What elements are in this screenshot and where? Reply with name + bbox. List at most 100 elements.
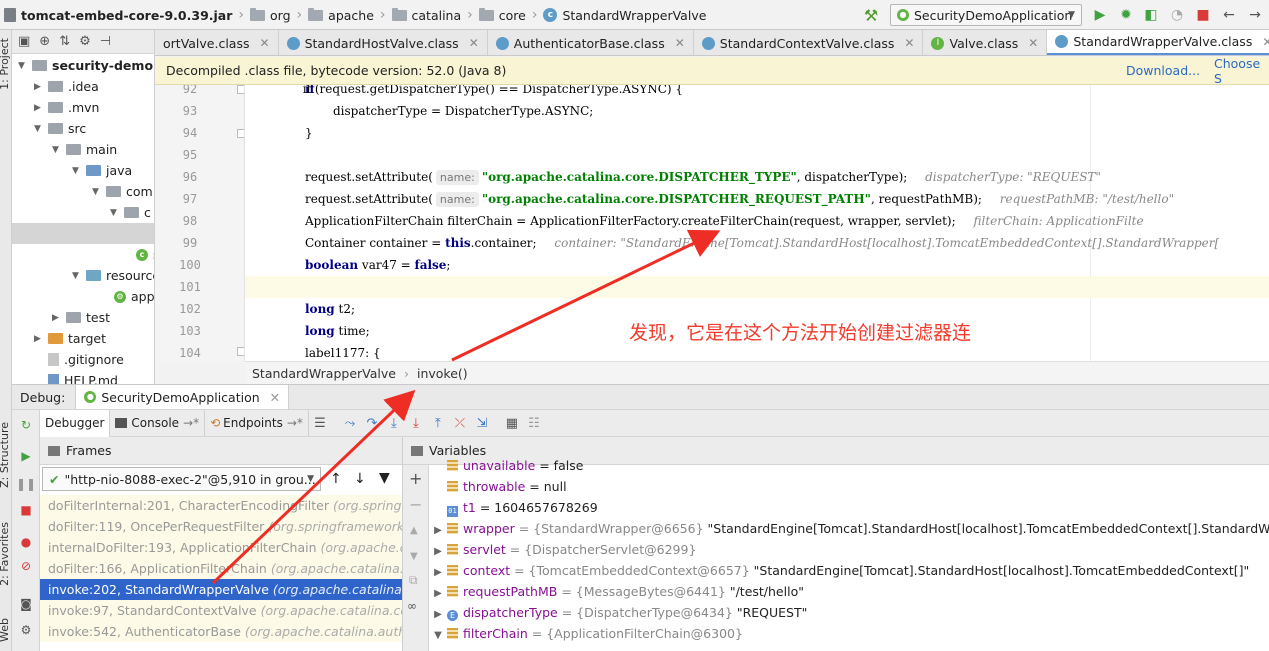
pause-icon[interactable]: ❚❚	[16, 476, 36, 492]
copy-icon[interactable]: ⧉	[409, 573, 418, 588]
drop-frame-icon[interactable]: ⤫	[449, 412, 471, 434]
breadcrumb-class[interactable]: StandardWrapperValve	[252, 366, 396, 381]
tab-debugger[interactable]: Debugger	[40, 409, 111, 437]
resume-icon[interactable]: ▶	[18, 448, 34, 464]
tree-item[interactable]: ▼ resources	[72, 265, 154, 286]
debug-icon[interactable]: ✹	[1117, 6, 1135, 24]
breadcrumb-org[interactable]: org	[270, 8, 291, 23]
close-icon[interactable]: ✕	[1028, 36, 1038, 50]
close-icon[interactable]: ✕	[260, 36, 270, 50]
fold-icon[interactable]	[237, 129, 244, 138]
show-execution-point-icon[interactable]: ⤳	[339, 412, 361, 434]
tab-console[interactable]: Console →*	[110, 409, 206, 437]
tree-item[interactable]: ▶ target	[34, 328, 106, 349]
filter-icon[interactable]: ▼	[379, 470, 390, 486]
expand-icon[interactable]: ▶	[429, 583, 447, 604]
variable-row[interactable]: ▶ context = {TomcatEmbeddedContext@6657} …	[429, 560, 1269, 581]
variable-row[interactable]: 01 t1 = 1604657678269	[429, 497, 1269, 518]
tab-endpoints[interactable]: ⟲ Endpoints →*	[205, 409, 309, 437]
fold-icon[interactable]	[237, 347, 244, 356]
rerun-icon[interactable]: ↻	[18, 417, 34, 433]
variable-row[interactable]: unavailable = false	[429, 455, 1269, 476]
frame-row[interactable]: doFilter:119, OncePerRequestFilter (org.…	[40, 516, 402, 537]
tab-ortvalve[interactable]: ortValve.class ✕	[155, 30, 279, 55]
tab-standardhostvalve[interactable]: StandardHostValve.class ✕	[279, 30, 488, 55]
tree-item[interactable]: HELP.md	[48, 370, 118, 384]
tree-item[interactable]: ▼ com	[92, 181, 153, 202]
close-icon[interactable]: ✕	[675, 36, 685, 50]
tree-item-selected[interactable]	[12, 223, 154, 244]
variable-row[interactable]: ▶ wrapper = {StandardWrapper@6656} "Stand…	[429, 518, 1269, 539]
move-down-icon[interactable]: ▼	[410, 551, 418, 562]
step-over-icon[interactable]: ↷	[361, 412, 383, 434]
debug-session-tab[interactable]: ● SecurityDemoApplication ✕	[75, 385, 290, 409]
run-icon[interactable]: ▶	[1091, 6, 1109, 24]
hide-icon[interactable]: ⊣	[100, 34, 111, 49]
variable-row[interactable]: ▶ EdispatcherType = {DispatcherType@6434}…	[429, 602, 1269, 623]
variable-row[interactable]: ▶ servlet = {DispatcherServlet@6299}	[429, 539, 1269, 560]
tree-item[interactable]: ▼ main	[52, 139, 117, 160]
down-arrow-icon[interactable]: ↓	[354, 471, 366, 487]
tree-item[interactable]: ▼ java	[72, 160, 132, 181]
build-hammer-icon[interactable]: ⚒	[862, 6, 880, 25]
tree-item[interactable]: c s	[136, 244, 154, 265]
favorites-tool-tab[interactable]: 2: Favorites	[0, 522, 11, 586]
remove-watch-icon[interactable]: −	[409, 495, 422, 514]
settings-icon[interactable]: ⚙	[18, 622, 34, 638]
layout-icon[interactable]: ☰	[309, 412, 331, 434]
download-link[interactable]: Download...	[1126, 63, 1200, 78]
tab-valve[interactable]: I Valve.class ✕	[923, 30, 1048, 55]
step-out-icon[interactable]: ⤒	[427, 412, 449, 434]
expand-icon[interactable]: ▶	[429, 562, 447, 583]
tree-item[interactable]: ▼ security-demo E	[18, 55, 154, 76]
tree-item[interactable]: ▶ test	[52, 307, 110, 328]
force-step-into-icon[interactable]: ⤓	[405, 412, 427, 434]
variable-row[interactable]: ▶ requestPathMB = {MessageBytes@6441} "/t…	[429, 581, 1269, 602]
close-icon[interactable]: ✕	[1262, 35, 1269, 49]
forward-icon[interactable]: →	[1246, 6, 1264, 24]
run-to-cursor-icon[interactable]: ⇲	[471, 412, 493, 434]
breadcrumb-method[interactable]: invoke()	[417, 366, 468, 381]
frame-row[interactable]: internalDoFilter:193, ApplicationFilterC…	[40, 537, 402, 558]
up-arrow-icon[interactable]: ↑	[330, 471, 342, 487]
view-breakpoints-icon[interactable]: ●	[18, 534, 34, 550]
mute-breakpoints-icon[interactable]: ⊘	[18, 558, 34, 574]
move-up-icon[interactable]: ▲	[410, 525, 418, 536]
stop-icon[interactable]: ■	[18, 502, 34, 518]
trace-icon[interactable]: ☷	[523, 412, 545, 434]
run-config-select[interactable]: ● SecurityDemoApplication ▼	[890, 4, 1082, 26]
expand-icon[interactable]: ▼	[429, 625, 447, 646]
expand-icon[interactable]: ▶	[429, 520, 447, 541]
breadcrumb-catalina[interactable]: catalina	[412, 8, 462, 23]
collapse-icon[interactable]: ⇅	[59, 34, 70, 49]
tree-item[interactable]: ⚙ app	[114, 286, 154, 307]
gear-icon[interactable]: ⚙	[79, 34, 91, 49]
glasses-icon[interactable]: ∞	[407, 599, 417, 613]
tab-authenticatorbase[interactable]: AuthenticatorBase.class ✕	[488, 30, 694, 55]
view-icon[interactable]: ▣	[18, 34, 30, 49]
choose-sources-link[interactable]: Choose S	[1214, 56, 1269, 86]
tab-standardwrappervalve[interactable]: StandardWrapperValve.class✕	[1047, 30, 1269, 55]
tree-item[interactable]: ▼ c	[110, 202, 151, 223]
structure-tool-tab[interactable]: Z: Structure	[0, 422, 11, 488]
breadcrumb-apache[interactable]: apache	[328, 8, 374, 23]
breadcrumb-jar[interactable]: tomcat-embed-core-9.0.39.jar	[21, 8, 232, 23]
close-icon[interactable]: ✕	[904, 36, 914, 50]
breadcrumb-core[interactable]: core	[499, 8, 526, 23]
variable-row[interactable]: throwable = null	[429, 476, 1269, 497]
fold-icon[interactable]	[237, 85, 244, 94]
frame-row[interactable]: doFilter:166, ApplicationFilterChain (or…	[40, 558, 402, 579]
tree-item[interactable]: ▼ src	[34, 118, 86, 139]
expand-icon[interactable]: ▶	[429, 604, 447, 625]
locate-icon[interactable]: ⊕	[39, 34, 50, 49]
step-into-icon[interactable]: ⤓	[383, 412, 405, 434]
web-tool-tab[interactable]: Web	[0, 618, 11, 642]
frame-row[interactable]: invoke:97, StandardContextValve (org.apa…	[40, 600, 402, 621]
back-icon[interactable]: ←	[1220, 6, 1238, 24]
thread-select[interactable]: ✔ "http-nio-8088-exec-2"@5,910 in grou..…	[42, 467, 321, 491]
frame-row[interactable]: doFilterInternal:201, CharacterEncodingF…	[40, 495, 402, 516]
project-tool-tab[interactable]: 1: Project	[0, 38, 11, 90]
frame-row-selected[interactable]: invoke:202, StandardWrapperValve (org.ap…	[40, 579, 402, 600]
stop-icon[interactable]: ■	[1194, 6, 1212, 24]
evaluate-icon[interactable]: ▦	[501, 412, 523, 434]
